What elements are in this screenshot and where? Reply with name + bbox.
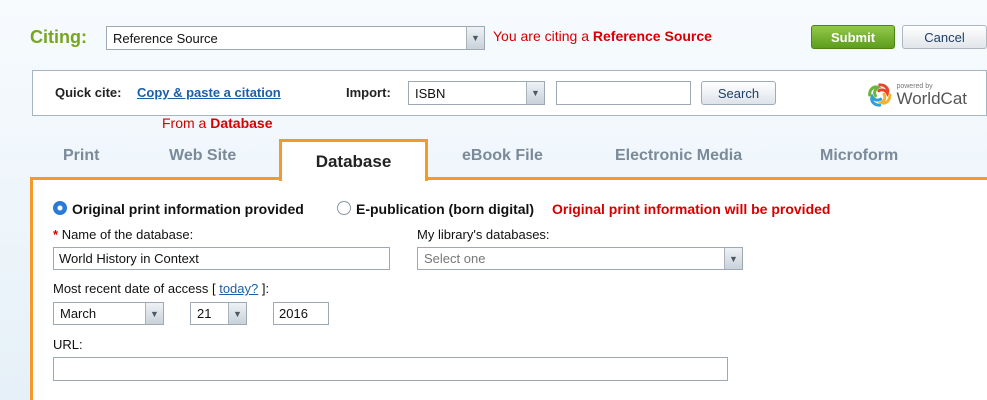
chevron-down-icon[interactable]: ▼ (724, 248, 742, 269)
database-name-label-text: Name of the database: (61, 227, 194, 242)
access-date-label: Most recent date of access [ today? ]: (53, 281, 269, 296)
tab-microform[interactable]: Microform (820, 147, 898, 165)
worldcat-logo: powered by WorldCat (867, 78, 967, 112)
citing-notice-emphasis: Reference Source (592, 28, 712, 44)
database-name-input[interactable]: World History in Context (53, 247, 390, 270)
original-print-radio[interactable] (53, 201, 67, 215)
source-notice: From a Database (162, 115, 273, 131)
print-info-notice: Original print information will be provi… (552, 201, 831, 217)
tab-ebook-file[interactable]: eBook File (462, 147, 543, 165)
chevron-down-icon[interactable]: ▼ (526, 82, 544, 104)
tab-electronic-media[interactable]: Electronic Media (615, 147, 742, 165)
access-month-value: March (60, 306, 97, 321)
source-notice-prefix: From a (162, 115, 211, 131)
cancel-button[interactable]: Cancel (902, 25, 987, 49)
chevron-down-icon[interactable]: ▼ (466, 27, 484, 49)
worldcat-logo-name: WorldCat (896, 89, 967, 108)
submit-button[interactable]: Submit (811, 25, 895, 49)
epublication-radio[interactable] (337, 201, 351, 215)
tab-web-site[interactable]: Web Site (169, 147, 236, 165)
my-databases-label: My library's databases: (417, 227, 550, 242)
chevron-down-icon[interactable]: ▼ (145, 303, 163, 324)
citing-notice: You are citing a Reference Source (493, 28, 712, 44)
epublication-radio-label[interactable]: E-publication (born digital) (356, 201, 534, 217)
access-day-value: 21 (197, 306, 212, 321)
import-type-value: ISBN (415, 85, 446, 101)
tab-print[interactable]: Print (63, 147, 99, 165)
original-print-radio-label[interactable]: Original print information provided (72, 201, 304, 217)
chevron-down-icon[interactable]: ▼ (228, 303, 246, 324)
citing-type-value: Reference Source (113, 30, 218, 46)
import-label: Import: (346, 85, 391, 100)
required-mark: * (53, 227, 59, 242)
citing-type-select[interactable]: Reference Source ▼ (106, 26, 485, 50)
import-value-input[interactable] (556, 81, 691, 105)
quick-cite-label: Quick cite: (55, 85, 122, 100)
source-notice-emphasis: Database (210, 115, 273, 131)
search-button[interactable]: Search (701, 81, 776, 105)
access-date-label-before: Most recent date of access [ (53, 281, 220, 296)
access-date-label-after: ]: (258, 281, 270, 296)
today-link[interactable]: today? (219, 281, 258, 296)
tab-database[interactable]: Database (279, 139, 428, 181)
access-month-select[interactable]: March ▼ (53, 302, 164, 325)
worldcat-swirl-icon (868, 83, 892, 107)
import-type-select[interactable]: ISBN ▼ (408, 81, 545, 105)
citing-label: Citing: (30, 27, 87, 47)
my-databases-select[interactable]: Select one ▼ (417, 247, 743, 270)
url-input[interactable] (53, 357, 728, 381)
my-databases-placeholder: Select one (424, 251, 486, 266)
access-day-select[interactable]: 21 ▼ (190, 302, 247, 325)
access-year-input[interactable]: 2016 (273, 302, 329, 325)
database-name-label: * Name of the database: (53, 227, 193, 242)
copy-paste-citation-link[interactable]: Copy & paste a citation (137, 85, 281, 100)
citing-notice-prefix: You are citing a (493, 28, 593, 44)
url-label: URL: (53, 337, 83, 352)
